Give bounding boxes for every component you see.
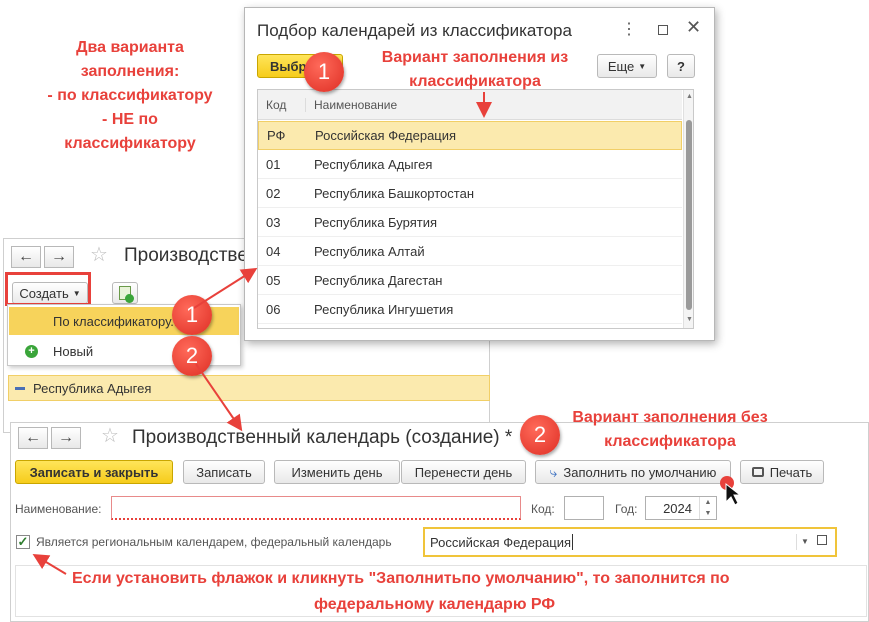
mouse-cursor-icon: [725, 482, 742, 506]
arrow-to-checkbox: [32, 553, 67, 575]
annotation-arrows: [32, 92, 742, 575]
arrow-to-form: [195, 363, 243, 432]
arrow-to-picker: [193, 267, 258, 309]
